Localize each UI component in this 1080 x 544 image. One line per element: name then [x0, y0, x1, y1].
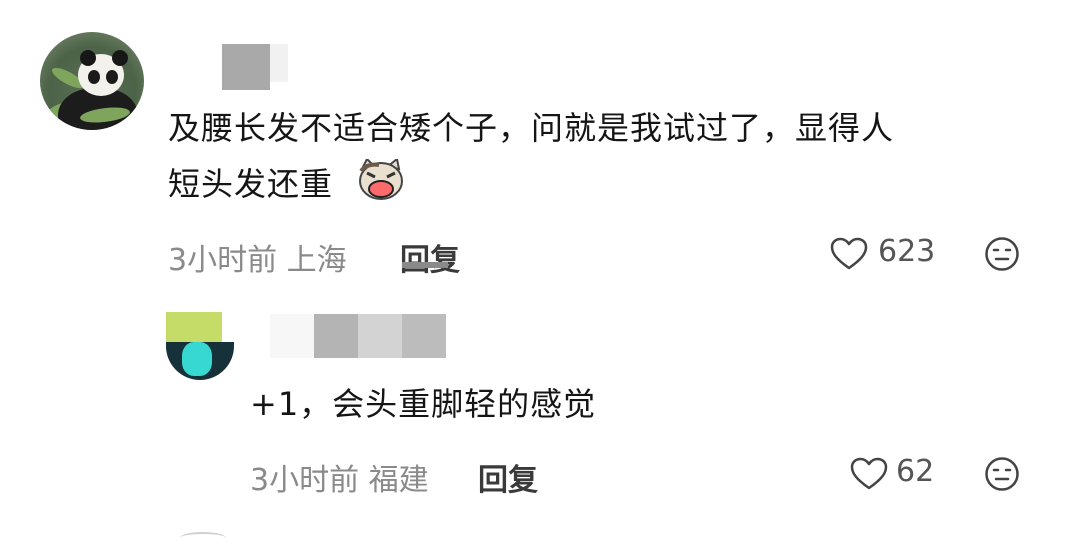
like-count: 62	[896, 454, 935, 489]
heart-outline-icon[interactable]	[830, 237, 868, 271]
comment-text-line: 及腰长发不适合矮个子，问就是我试过了，显得人	[168, 109, 895, 147]
comment-text: +1，会头重脚轻的感觉	[250, 385, 597, 423]
username-redacted-part	[314, 314, 358, 358]
username-redacted-part	[270, 44, 288, 82]
username-redacted[interactable]	[222, 44, 270, 90]
username-redacted-part	[402, 314, 446, 358]
username-redacted-part	[358, 314, 402, 358]
cat-crying-emoji	[359, 159, 403, 200]
comment-time: 3小时前 福建	[250, 463, 429, 498]
user-avatar[interactable]	[40, 32, 144, 130]
reply-button[interactable]: 回复	[400, 235, 460, 279]
user-avatar[interactable]	[166, 312, 234, 380]
reply-redaction-bar	[402, 262, 448, 268]
comment-time: 3小时前 上海	[168, 243, 347, 278]
heart-outline-icon[interactable]	[850, 457, 888, 491]
reply-button[interactable]: 回复	[478, 455, 538, 499]
meh-face-icon[interactable]	[984, 236, 1020, 272]
like-count: 623	[878, 234, 936, 269]
next-comment-avatar-partial	[180, 532, 226, 544]
meh-face-icon[interactable]	[984, 456, 1020, 492]
comment-text-line: 短头发还重	[168, 165, 334, 203]
username-redacted[interactable]	[270, 314, 314, 358]
